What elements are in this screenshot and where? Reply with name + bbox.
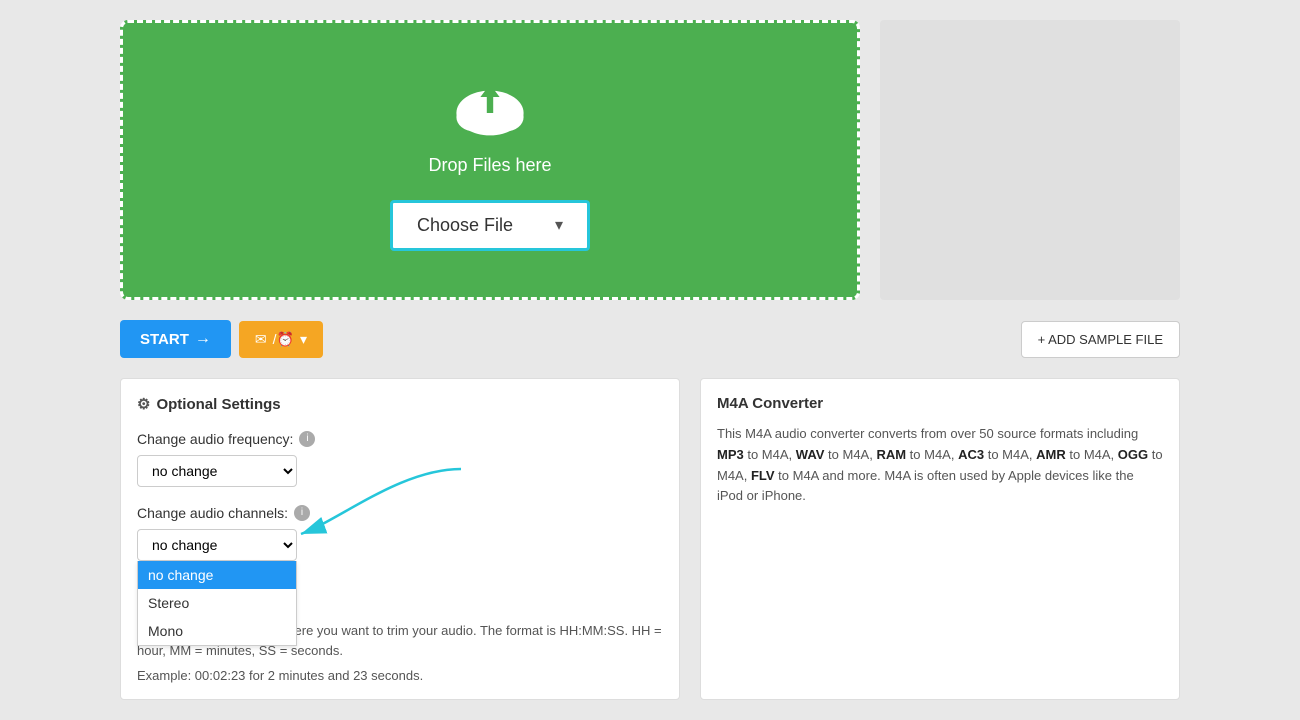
emoji-options-button[interactable]: ✉ /⏰ ▾ bbox=[239, 321, 323, 358]
start-label: START bbox=[140, 331, 189, 348]
email-icon: ✉ bbox=[255, 331, 267, 348]
format-ogg: OGG bbox=[1118, 447, 1148, 462]
channels-field-group: Change audio channels: i no change Stere… bbox=[137, 505, 663, 561]
format-ram: RAM bbox=[876, 447, 906, 462]
channels-info-icon[interactable]: i bbox=[294, 505, 310, 521]
format-wav: WAV bbox=[796, 447, 825, 462]
chevron-down-icon: ▾ bbox=[555, 215, 563, 235]
dropdown-chevron-icon: ▾ bbox=[300, 331, 307, 348]
add-sample-button[interactable]: + ADD SAMPLE FILE bbox=[1021, 321, 1180, 358]
channels-dropdown-wrapper: no change Stereo Mono no change Stereo M… bbox=[137, 529, 297, 561]
choose-file-button[interactable]: Choose File ▾ bbox=[390, 200, 590, 251]
settings-panel: ⚙ Optional Settings Change audio frequen… bbox=[120, 378, 680, 700]
channels-option-mono-item[interactable]: Mono bbox=[138, 617, 296, 645]
converter-info-title: M4A Converter bbox=[717, 395, 1163, 412]
channels-select[interactable]: no change Stereo Mono bbox=[137, 529, 297, 561]
channels-option-no-change-item[interactable]: no change bbox=[138, 561, 296, 589]
frequency-label: Change audio frequency: i bbox=[137, 431, 663, 447]
add-sample-label: + ADD SAMPLE FILE bbox=[1038, 332, 1163, 347]
preview-area bbox=[880, 20, 1180, 300]
channels-dropdown-options: no change Stereo Mono bbox=[137, 561, 297, 646]
settings-title-text: Optional Settings bbox=[156, 396, 280, 413]
channels-label-text: Change audio channels: bbox=[137, 505, 288, 521]
settings-title: ⚙ Optional Settings bbox=[137, 395, 663, 413]
converter-info-text: This M4A audio converter converts from o… bbox=[717, 424, 1163, 507]
clock-icon: /⏰ bbox=[273, 331, 294, 348]
frequency-info-icon[interactable]: i bbox=[299, 431, 315, 447]
gear-icon: ⚙ bbox=[137, 395, 150, 413]
choose-file-label: Choose File bbox=[417, 215, 513, 236]
format-flv: FLV bbox=[751, 468, 775, 483]
upload-cloud-icon bbox=[450, 70, 530, 143]
format-amr: AMR bbox=[1036, 447, 1066, 462]
timestamp-example: Example: 00:02:23 for 2 minutes and 23 s… bbox=[137, 668, 663, 683]
format-ac3: AC3 bbox=[958, 447, 984, 462]
frequency-select[interactable]: no change bbox=[137, 455, 297, 487]
upload-dropzone[interactable]: Drop Files here Choose File ▾ bbox=[120, 20, 860, 300]
action-left: START → ✉ /⏰ ▾ bbox=[120, 320, 323, 358]
start-button[interactable]: START → bbox=[120, 320, 231, 358]
format-mp3: MP3 bbox=[717, 447, 744, 462]
drop-files-text: Drop Files here bbox=[428, 155, 551, 176]
action-row: START → ✉ /⏰ ▾ + ADD SAMPLE FILE bbox=[120, 320, 1180, 358]
timestamp-example-text: Example: 00:02:23 for 2 minutes and 23 s… bbox=[137, 668, 423, 683]
start-arrow-icon: → bbox=[195, 330, 211, 348]
frequency-label-text: Change audio frequency: bbox=[137, 431, 293, 447]
frequency-field-group: Change audio frequency: i no change bbox=[137, 431, 663, 487]
converter-info-panel: M4A Converter This M4A audio converter c… bbox=[700, 378, 1180, 700]
channels-option-stereo-item[interactable]: Stereo bbox=[138, 589, 296, 617]
channels-label: Change audio channels: i bbox=[137, 505, 663, 521]
